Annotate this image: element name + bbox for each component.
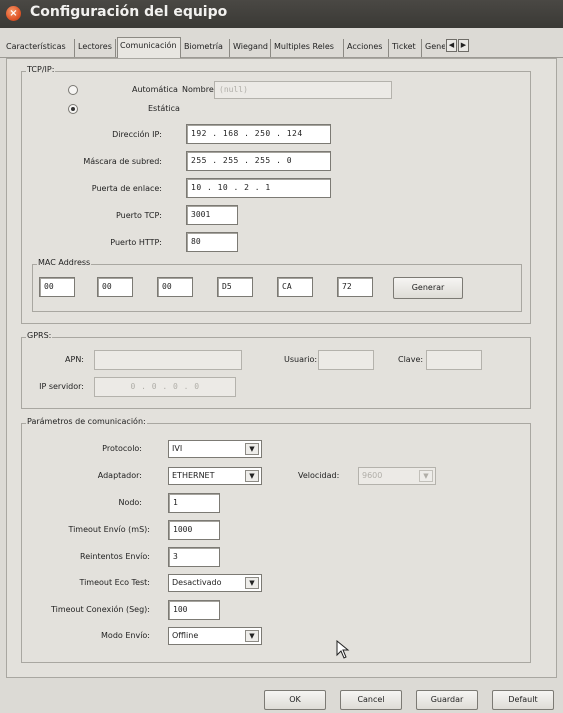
dropdown-arrow-icon: ▼ bbox=[419, 470, 433, 482]
speed-value: 9600 bbox=[362, 471, 383, 480]
save-button[interactable]: Guardar bbox=[416, 690, 478, 710]
radio-estatica-label: Estática bbox=[148, 104, 180, 113]
close-icon[interactable]: × bbox=[6, 6, 21, 21]
tab-scroll-left-icon[interactable]: ◀ bbox=[446, 39, 457, 52]
mac-octet-2[interactable]: 00 bbox=[97, 277, 133, 297]
mac-octet-4[interactable]: D5 bbox=[217, 277, 253, 297]
ip-label: Dirección IP: bbox=[112, 130, 162, 139]
dropdown-arrow-icon: ▼ bbox=[245, 630, 259, 642]
timeout-send-label: Timeout Envío (mS): bbox=[68, 525, 150, 534]
node-label: Nodo: bbox=[118, 498, 142, 507]
gateway-field[interactable]: 10 . 10 . 2 . 1 bbox=[186, 178, 331, 198]
echo-timeout-value: Desactivado bbox=[172, 578, 222, 587]
dropdown-arrow-icon: ▼ bbox=[245, 577, 259, 589]
gprs-legend: GPRS: bbox=[26, 331, 53, 341]
apn-label: APN: bbox=[65, 355, 84, 364]
generate-mac-button[interactable]: Generar bbox=[393, 277, 463, 299]
gateway-label: Puerta de enlace: bbox=[91, 184, 162, 193]
tab-biometria[interactable]: Biometría bbox=[182, 39, 230, 57]
window-title: Configuración del equipo bbox=[30, 4, 228, 20]
tcpip-group: TCP/IP: Automática Nombre: (null) Estáti… bbox=[21, 65, 531, 324]
radio-automatica-label: Automática bbox=[132, 85, 178, 94]
tcp-port-label: Puerto TCP: bbox=[115, 211, 162, 220]
nombre-label: Nombre: bbox=[182, 85, 217, 94]
protocol-label: Protocolo: bbox=[102, 444, 142, 453]
speed-label: Velocidad: bbox=[298, 471, 340, 480]
http-port-label: Puerto HTTP: bbox=[110, 238, 162, 247]
mac-group: MAC Address 00 00 00 D5 CA 72 Generar bbox=[32, 258, 522, 312]
conn-timeout-field[interactable]: 100 bbox=[168, 600, 220, 620]
node-field[interactable]: 1 bbox=[168, 493, 220, 513]
tab-lectores[interactable]: Lectores bbox=[76, 39, 116, 57]
tab-wiegand[interactable]: Wiegand bbox=[231, 39, 271, 57]
usuario-field[interactable] bbox=[318, 350, 374, 370]
tab-bar: Características Lectores Comunicación Bi… bbox=[0, 36, 563, 58]
mask-field[interactable]: 255 . 255 . 255 . 0 bbox=[186, 151, 331, 171]
gprs-group: GPRS: APN: Usuario: Clave: IP servidor: … bbox=[21, 331, 531, 409]
conn-timeout-label: Timeout Conexión (Seg): bbox=[50, 605, 150, 614]
title-bar: × Configuración del equipo bbox=[0, 0, 563, 28]
mac-legend: MAC Address bbox=[37, 258, 92, 268]
protocol-select[interactable]: IVI ▼ bbox=[168, 440, 262, 458]
radio-automatica[interactable] bbox=[68, 85, 78, 95]
timeout-send-field[interactable]: 1000 bbox=[168, 520, 220, 540]
dropdown-arrow-icon: ▼ bbox=[245, 443, 259, 455]
usuario-label: Usuario: bbox=[284, 355, 318, 364]
protocol-value: IVI bbox=[172, 444, 183, 453]
mac-octet-5[interactable]: CA bbox=[277, 277, 313, 297]
radio-estatica[interactable] bbox=[68, 104, 78, 114]
adapter-label: Adaptador: bbox=[97, 471, 142, 480]
dropdown-arrow-icon: ▼ bbox=[245, 470, 259, 482]
echo-timeout-label: Timeout Eco Test: bbox=[79, 578, 150, 587]
echo-timeout-select[interactable]: Desactivado ▼ bbox=[168, 574, 262, 592]
tab-acciones[interactable]: Acciones bbox=[345, 39, 389, 57]
mouse-pointer-icon bbox=[336, 640, 350, 659]
send-mode-value: Offline bbox=[172, 631, 199, 640]
mac-octet-1[interactable]: 00 bbox=[39, 277, 75, 297]
adapter-select[interactable]: ETHERNET ▼ bbox=[168, 467, 262, 485]
cancel-button[interactable]: Cancel bbox=[340, 690, 402, 710]
send-mode-select[interactable]: Offline ▼ bbox=[168, 627, 262, 645]
comunicacion-panel: TCP/IP: Automática Nombre: (null) Estáti… bbox=[6, 58, 557, 678]
send-mode-label: Modo Envío: bbox=[101, 631, 150, 640]
retries-field[interactable]: 3 bbox=[168, 547, 220, 567]
server-ip-field[interactable]: 0 . 0 . 0 . 0 bbox=[94, 377, 236, 397]
server-ip-label: IP servidor: bbox=[39, 382, 84, 391]
tab-comunicacion[interactable]: Comunicación bbox=[117, 37, 181, 58]
tab-general[interactable]: Genera bbox=[423, 39, 445, 57]
nombre-field[interactable]: (null) bbox=[214, 81, 392, 99]
tcp-port-field[interactable]: 3001 bbox=[186, 205, 238, 225]
mac-octet-6[interactable]: 72 bbox=[337, 277, 373, 297]
retries-label: Reintentos Envío: bbox=[80, 552, 150, 561]
mask-label: Máscara de subred: bbox=[83, 157, 162, 166]
params-group: Parámetros de comunicación: Protocolo: I… bbox=[21, 417, 531, 663]
mac-octet-3[interactable]: 00 bbox=[157, 277, 193, 297]
tab-caracteristicas[interactable]: Características bbox=[4, 39, 75, 57]
http-port-field[interactable]: 80 bbox=[186, 232, 238, 252]
params-legend: Parámetros de comunicación: bbox=[26, 417, 147, 427]
tab-scroll-right-icon[interactable]: ▶ bbox=[458, 39, 469, 52]
tcpip-legend: TCP/IP: bbox=[26, 65, 56, 75]
ok-button[interactable]: OK bbox=[264, 690, 326, 710]
adapter-value: ETHERNET bbox=[172, 471, 215, 480]
default-button[interactable]: Default bbox=[492, 690, 554, 710]
clave-label: Clave: bbox=[398, 355, 424, 364]
apn-field[interactable] bbox=[94, 350, 242, 370]
speed-select[interactable]: 9600 ▼ bbox=[358, 467, 436, 485]
tab-ticket[interactable]: Ticket bbox=[390, 39, 422, 57]
ip-field[interactable]: 192 . 168 . 250 . 124 bbox=[186, 124, 331, 144]
tab-multiples-reles[interactable]: Multiples Reles bbox=[272, 39, 344, 57]
clave-field[interactable] bbox=[426, 350, 482, 370]
